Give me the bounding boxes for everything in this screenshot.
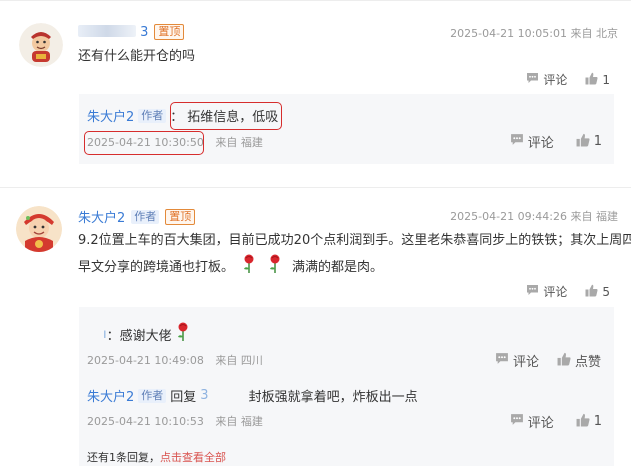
pinned-badge: 置顶 bbox=[154, 24, 185, 40]
like-button[interactable]: 5 bbox=[585, 283, 610, 300]
reply-colon: ： bbox=[106, 328, 120, 344]
comment-button[interactable]: 评论 bbox=[526, 71, 567, 88]
comment-header: 朱大户2 作者 置顶 bbox=[78, 207, 196, 226]
comment-page: ​​​ 3 置顶 2025-04-21 10:05:01 来自 北京 还有什么能… bbox=[0, 0, 631, 466]
author-badge: 作者 bbox=[138, 108, 167, 123]
thumbs-up-icon bbox=[585, 284, 598, 300]
comment-icon bbox=[510, 413, 524, 430]
comment-source: 来自 福建 bbox=[570, 210, 619, 223]
reply-like-label: 点赞 bbox=[574, 355, 601, 370]
comment-actions: 评论 5 bbox=[526, 283, 610, 300]
reply-comment-label: 评论 bbox=[527, 136, 554, 151]
author-badge: 作者 bbox=[131, 209, 160, 224]
reply-word: 回复 bbox=[170, 390, 197, 405]
comment-button-label: 评论 bbox=[543, 285, 568, 299]
reply-source: 来自 福建 bbox=[215, 415, 263, 428]
comment-button[interactable]: 评论 bbox=[526, 283, 567, 300]
reply-username[interactable]: 朱大户2 bbox=[87, 106, 134, 125]
comment-text-line-1: 9.2位置上车的百大集团，目前已成功20个点利润到手。这里老朱恭喜同步上的铁铁；… bbox=[78, 233, 631, 248]
username-text: 3 bbox=[140, 24, 149, 40]
username[interactable]: ​​​ 3 bbox=[78, 24, 149, 40]
pinned-badge: 置顶 bbox=[165, 208, 196, 225]
reply-text: 封板强就拿着吧，炸板出一点 bbox=[248, 390, 418, 405]
reply-comment-button[interactable]: 评论 bbox=[510, 132, 554, 151]
comment-header: ​​​ 3 置顶 bbox=[78, 24, 185, 40]
reply-source: 来自 四川 bbox=[215, 354, 263, 367]
user-avatar[interactable] bbox=[19, 23, 63, 67]
comment-text: 还有什么能开仓的吗 bbox=[78, 49, 196, 64]
username[interactable]: 朱大户2 bbox=[78, 207, 125, 226]
highlight-box-reply-time bbox=[84, 131, 204, 155]
reply-like-button[interactable]: 点赞 bbox=[557, 351, 601, 370]
top-divider bbox=[0, 0, 631, 1]
author-avatar[interactable] bbox=[16, 206, 62, 252]
comment-source: 来自 北京 bbox=[570, 27, 619, 40]
reply-like-button[interactable]: 1 bbox=[576, 412, 602, 431]
view-all-replies-link[interactable]: 点击查看全部 bbox=[160, 451, 226, 464]
reply-actions: 评论 1 bbox=[510, 412, 602, 431]
reply-username[interactable]: 朱大户2 bbox=[87, 386, 134, 405]
reply-text: 感谢大佬 bbox=[119, 328, 172, 344]
author-badge: 作者 bbox=[138, 388, 167, 403]
highlight-box-reply-text bbox=[170, 102, 282, 130]
reply-actions: 评论 点赞 bbox=[495, 351, 601, 370]
reply-comment-label: 评论 bbox=[512, 355, 539, 370]
comment-text-line-2-start: 早文分享的跨境通也打板。 bbox=[78, 260, 235, 275]
reply-to-username[interactable]: 3 bbox=[200, 388, 208, 403]
comment-text-line-2-end: 满满的都是肉。 bbox=[292, 260, 384, 275]
reply-time: 2025-04-21 10:49:08 bbox=[87, 354, 204, 367]
comment-icon bbox=[510, 133, 524, 150]
comment-meta: 2025-04-21 09:44:26 来自 福建 bbox=[450, 208, 618, 224]
thumbs-up-icon bbox=[557, 352, 571, 370]
reply-header: ı ： 感谢大佬 bbox=[103, 322, 190, 346]
thumbs-up-icon bbox=[585, 72, 598, 88]
more-replies: 还有1条回复，点击查看全部 bbox=[87, 449, 226, 465]
comment-text-line-2: 早文分享的跨境通也打板。 满满的都是肉。 bbox=[78, 254, 383, 282]
like-count: 5 bbox=[602, 284, 610, 299]
username-blurred-part: ​​​ bbox=[78, 24, 136, 37]
comment-icon bbox=[526, 72, 539, 87]
comment-time: 2025-04-21 10:05:01 bbox=[450, 27, 567, 40]
more-replies-text: 还有1条回复， bbox=[87, 451, 160, 464]
reply-like-count: 1 bbox=[593, 414, 602, 429]
thumbs-up-icon bbox=[576, 133, 590, 151]
comment-actions: 评论 1 bbox=[526, 71, 610, 88]
comment-divider bbox=[0, 187, 631, 188]
like-button[interactable]: 1 bbox=[585, 71, 610, 88]
rose-icon bbox=[242, 254, 256, 282]
reply-comment-label: 评论 bbox=[527, 416, 554, 431]
comment-time: 2025-04-21 09:44:26 bbox=[450, 210, 567, 223]
like-count: 1 bbox=[602, 72, 610, 87]
comment-meta: 2025-04-21 10:05:01 来自 北京 bbox=[450, 25, 618, 41]
reply-actions: 评论 1 bbox=[510, 132, 602, 151]
comment-icon bbox=[495, 352, 509, 369]
rose-icon bbox=[176, 322, 190, 346]
rose-icon bbox=[268, 254, 282, 282]
reply-like-button[interactable]: 1 bbox=[576, 132, 602, 151]
reply-meta: 2025-04-21 10:10:53 来自 福建 bbox=[87, 413, 263, 429]
reply-comment-button[interactable]: 评论 bbox=[510, 412, 554, 431]
reply-header: 朱大户2 作者 回复 3 封板强就拿着吧，炸板出一点 bbox=[87, 386, 418, 405]
thumbs-up-icon bbox=[576, 413, 590, 431]
reply-comment-button[interactable]: 评论 bbox=[495, 351, 539, 370]
reply-time: 2025-04-21 10:10:53 bbox=[87, 415, 204, 428]
comment-button-label: 评论 bbox=[543, 73, 568, 87]
reply-like-count: 1 bbox=[593, 134, 602, 149]
reply-source: 来自 福建 bbox=[215, 136, 263, 149]
comment-icon bbox=[526, 284, 539, 299]
reply-meta: 2025-04-21 10:49:08 来自 四川 bbox=[87, 352, 263, 368]
